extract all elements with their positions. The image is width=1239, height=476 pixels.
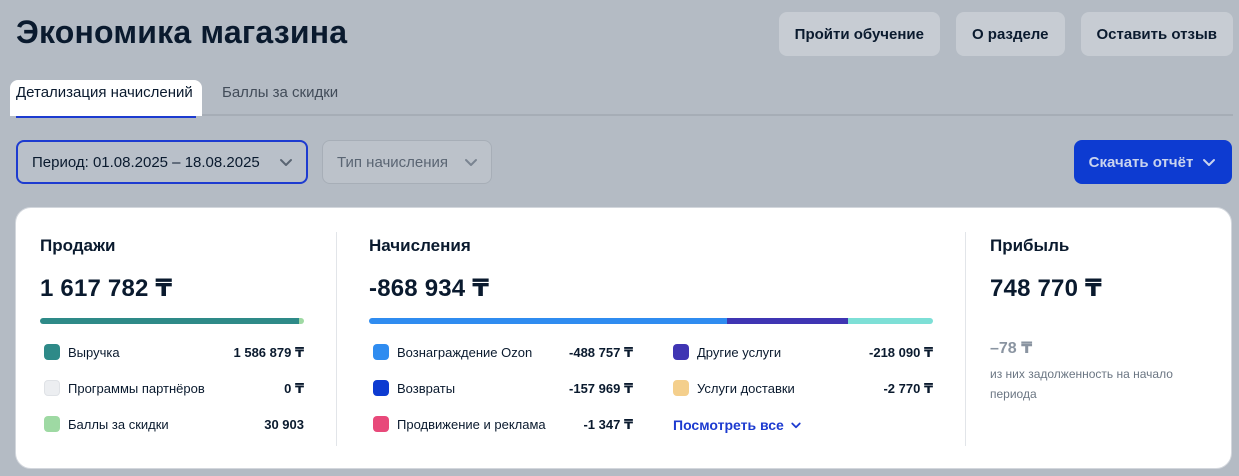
bar-segment (726, 318, 848, 324)
legend-item: Возвраты (373, 380, 455, 396)
see-all-link[interactable]: Посмотреть все (673, 417, 802, 433)
sales-amount: 1 617 782 ₸ (40, 275, 173, 302)
legend-value: 30 903 (264, 417, 304, 432)
chevron-down-icon (1203, 159, 1216, 166)
bar-segment (298, 318, 304, 324)
legend-label: Баллы за скидки (68, 416, 169, 432)
legend-label: Услуги доставки (697, 380, 795, 396)
header-actions: Пройти обучение О разделе Оставить отзыв (778, 12, 1233, 56)
legend-value: 0 ₸ (284, 381, 304, 396)
bar-segment (40, 318, 299, 324)
legend-swatch (373, 344, 389, 360)
charges-column: Начисления -868 934 ₸ Вознаграждение Ozo… (369, 208, 933, 468)
about-section-button[interactable]: О разделе (955, 12, 1065, 56)
legend-label: Другие услуги (697, 344, 782, 360)
legend-label: Продвижение и реклама (397, 416, 546, 432)
profit-amount: 748 770 ₸ (990, 275, 1102, 302)
profit-title: Прибыль (990, 236, 1070, 255)
download-report-label: Скачать отчёт (1088, 153, 1194, 171)
charges-title: Начисления (369, 236, 471, 255)
tutorial-button[interactable]: Пройти обучение (778, 12, 940, 56)
chevron-down-icon (465, 159, 477, 166)
legend-value: -157 969 ₸ (569, 381, 633, 396)
legend-value: -488 757 ₸ (569, 345, 633, 360)
charges-bar (369, 318, 933, 324)
tabs: Детализация начислений Баллы за скидки (10, 80, 1233, 118)
column-divider (336, 232, 337, 446)
legend-label: Программы партнёров (68, 380, 205, 396)
legend-label: Выручка (68, 344, 120, 360)
legend-value: -2 770 ₸ (883, 381, 933, 396)
tab-accrual-details[interactable]: Детализация начислений (10, 80, 202, 118)
period-filter[interactable]: Период: 01.08.2025 – 18.08.2025 (16, 140, 308, 184)
charges-amount: -868 934 ₸ (369, 275, 490, 302)
legend-swatch (673, 380, 689, 396)
legend-swatch (44, 416, 60, 432)
legend-swatch (373, 416, 389, 432)
legend-value: -218 090 ₸ (869, 345, 933, 360)
sales-bar (40, 318, 304, 324)
bar-segment (369, 318, 727, 324)
bar-segment (847, 318, 933, 324)
legend-item: Вознаграждение Ozon (373, 344, 532, 360)
legend-label: Вознаграждение Ozon (397, 344, 533, 360)
sales-title: Продажи (40, 236, 116, 255)
debt-note: из них задолженность на начало периода (990, 367, 1173, 401)
legend-item: Баллы за скидки (44, 416, 169, 432)
debt-amount: –78 ₸ (990, 340, 1033, 357)
legend-label: Возвраты (397, 380, 456, 396)
sales-column: Продажи 1 617 782 ₸ Выручка 1 586 879 ₸ … (40, 208, 304, 468)
legend-item: Программы партнёров (44, 380, 205, 396)
see-all-label: Посмотреть все (673, 417, 784, 433)
page-title: Экономика магазина (16, 14, 348, 50)
chevron-down-icon (280, 159, 292, 166)
column-divider (965, 232, 966, 446)
filters: Период: 01.08.2025 – 18.08.2025 Тип начи… (16, 140, 492, 184)
accrual-type-placeholder: Тип начисления (337, 153, 449, 171)
chevron-down-icon (791, 422, 801, 429)
legend-swatch (373, 380, 389, 396)
legend-item: Продвижение и реклама (373, 416, 546, 432)
profit-column: Прибыль 748 770 ₸ –78 ₸ из них задолженн… (990, 208, 1210, 468)
legend-swatch (44, 380, 60, 396)
legend-item: Другие услуги (673, 344, 781, 360)
tab-discount-points[interactable]: Баллы за скидки (216, 80, 344, 116)
summary-card: Продажи 1 617 782 ₸ Выручка 1 586 879 ₸ … (15, 207, 1232, 469)
legend-swatch (44, 344, 60, 360)
leave-feedback-button[interactable]: Оставить отзыв (1080, 12, 1233, 56)
accrual-type-filter[interactable]: Тип начисления (322, 140, 492, 184)
legend-item: Услуги доставки (673, 380, 795, 396)
legend-swatch (673, 344, 689, 360)
legend-value: -1 347 ₸ (583, 417, 633, 432)
legend-value: 1 586 879 ₸ (233, 345, 305, 360)
legend-item: Выручка (44, 344, 120, 360)
period-filter-label: Период: 01.08.2025 – 18.08.2025 (32, 153, 260, 171)
download-report-button[interactable]: Скачать отчёт (1074, 140, 1232, 184)
